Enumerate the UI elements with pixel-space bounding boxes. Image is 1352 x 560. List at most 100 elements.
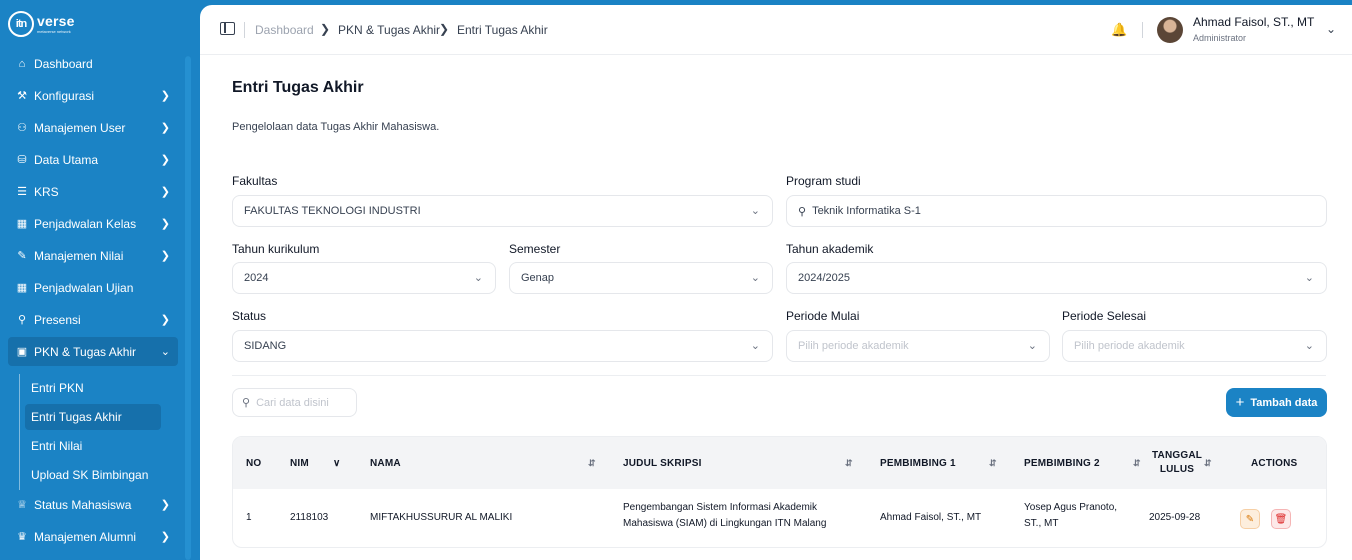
status-label: Status [232, 309, 267, 323]
sort-icon[interactable]: ⇵ [1133, 437, 1141, 489]
column-header-label: NIM [290, 457, 309, 469]
sidebar-item-label: Konfigurasi [34, 88, 95, 103]
fakultas-select[interactable]: FAKULTAS TEKNOLOGI INDUSTRI ⌄ [232, 195, 773, 227]
periode-mulai-label: Periode Mulai [786, 309, 860, 323]
chevron-right-icon: ❯ [160, 186, 170, 198]
status-value: SIDANG [244, 340, 287, 352]
chevron-right-icon: ❯ [320, 22, 331, 36]
chevron-down-icon[interactable]: ⌄ [1326, 22, 1336, 36]
chevron-right-icon: ❯ [160, 314, 170, 326]
cell-nama: MIFTAKHUSSURUR AL MALIKI [370, 512, 513, 523]
sort-icon[interactable]: ⇵ [588, 437, 596, 489]
column-header-label: TANGGAL [1151, 450, 1203, 461]
chevron-right-icon: ❯ [160, 122, 170, 134]
home-icon: ⌂ [18, 57, 26, 70]
sidebar-scrollbar-thumb[interactable] [185, 56, 191, 560]
sidebar-item-konfigurasi[interactable]: ⚒ Konfigurasi ❯ [8, 81, 178, 110]
sidebar-subitem-entri-pkn[interactable]: Entri PKN [25, 375, 161, 401]
akademik-select[interactable]: 2024/2025 ⌄ [786, 262, 1327, 294]
edit-button[interactable]: ✎ [1240, 509, 1260, 529]
breadcrumb-home[interactable]: Dashboard [255, 23, 314, 37]
semester-select[interactable]: Genap ⌄ [509, 262, 773, 294]
sidebar-item-pkn-tugas-akhir[interactable]: ▣ PKN & Tugas Akhir ⌄ [8, 337, 178, 366]
sidebar-item-label: KRS [34, 184, 59, 199]
cell-pembimbing-2-line-1: Yosep Agus Pranoto, [1024, 502, 1118, 513]
status-select[interactable]: SIDANG ⌄ [232, 330, 773, 362]
sidebar-subitem-upload-sk[interactable]: Upload SK Bimbingan [25, 462, 161, 488]
breadcrumb-current: Entri Tugas Akhir [457, 23, 548, 37]
sidebar-item-label: PKN & Tugas Akhir [34, 344, 137, 359]
table-header: NO NIM ∨ NAMA ⇵ JUDUL SKRIPSI ⇵ PEMBIMBI… [233, 437, 1326, 489]
add-data-label: Tambah data [1250, 396, 1318, 409]
brand-logo[interactable]: itn verse metaverse network [8, 11, 75, 37]
chevron-down-icon: ⌄ [1304, 272, 1314, 284]
column-header-tanggal-lulus: TANGGAL LULUS [1152, 437, 1202, 489]
periode-selesai-select[interactable]: Pilih periode akademik ⌄ [1062, 330, 1327, 362]
prodi-search-input[interactable]: ⚲ Teknik Informatika S-1 [786, 195, 1327, 227]
chevron-right-icon: ❯ [160, 90, 170, 102]
kurikulum-select[interactable]: 2024 ⌄ [232, 262, 496, 294]
breadcrumb-section[interactable]: PKN & Tugas Akhir [338, 23, 440, 37]
calendar-icon: ▦ [16, 218, 28, 230]
chevron-down-icon: ⌄ [750, 340, 760, 352]
logo-word: verse [37, 13, 75, 29]
cell-judul-line-1: Pengembangan Sistem Informasi Akademik [623, 502, 817, 513]
database-icon: ⛁ [17, 154, 27, 166]
periode-selesai-placeholder: Pilih periode akademik [1074, 340, 1185, 352]
list-icon: ☰ [17, 186, 27, 198]
chevron-right-icon: ❯ [160, 218, 170, 230]
add-data-button[interactable]: + Tambah data [1226, 388, 1327, 417]
sort-icon[interactable]: ⇵ [1204, 437, 1212, 489]
chevron-down-icon: ⌄ [750, 272, 760, 284]
briefcase-icon: ▣ [16, 346, 28, 358]
column-header-nim[interactable]: NIM [290, 437, 309, 489]
sidebar-item-label: Penjadwalan Kelas [34, 216, 137, 231]
sidebar-item-manajemen-alumni[interactable]: ♛ Manajemen Alumni ❯ [8, 522, 178, 551]
user-check-icon: ⚲ [17, 314, 27, 326]
chevron-right-icon: ❯ [160, 531, 170, 543]
user-name: Ahmad Faisol, ST., MT [1193, 15, 1315, 29]
column-header-pembimbing-1: PEMBIMBING 1 [880, 457, 956, 469]
cell-pembimbing-1: Ahmad Faisol, ST., MT [880, 512, 982, 523]
sidebar-item-dashboard[interactable]: ⌂ Dashboard [8, 49, 178, 78]
sidebar-item-label: Presensi [34, 312, 81, 327]
sidebar-subitem-entri-tugas-akhir[interactable]: Entri Tugas Akhir [25, 404, 161, 430]
sidebar-item-data-utama[interactable]: ⛁ Data Utama ❯ [8, 145, 178, 174]
column-header-judul: JUDUL SKRIPSI [623, 457, 702, 469]
sidebar-item-presensi[interactable]: ⚲ Presensi ❯ [8, 305, 178, 334]
sidebar: itn verse metaverse network ⌂ Dashboard … [0, 0, 200, 560]
chevron-down-icon: ⌄ [160, 346, 170, 358]
chevron-down-icon: ⌄ [1027, 340, 1037, 352]
sidebar-toggle-icon[interactable] [220, 22, 235, 35]
search-input[interactable]: ⚲ Cari data disini [232, 388, 357, 417]
topbar-divider [1142, 22, 1143, 38]
sidebar-item-manajemen-nilai[interactable]: ✎ Manajemen Nilai ❯ [8, 241, 178, 270]
chevron-down-icon: ⌄ [750, 205, 760, 217]
sidebar-item-label: Penjadwalan Ujian [34, 280, 134, 295]
sort-icon[interactable]: ⇵ [845, 437, 853, 489]
sidebar-item-status-mahasiswa[interactable]: ♕ Status Mahasiswa ❯ [8, 490, 178, 519]
sidebar-item-label: Manajemen Alumni [34, 529, 137, 544]
avatar[interactable] [1157, 17, 1183, 43]
cell-judul-line-2: Mahasiswa (SIAM) di Lingkungan ITN Malan… [623, 518, 827, 529]
user-role: Administrator [1193, 33, 1247, 43]
sidebar-item-penjadwalan-kelas[interactable]: ▦ Penjadwalan Kelas ❯ [8, 209, 178, 238]
column-header-actions: ACTIONS [1251, 457, 1298, 469]
sidebar-item-label: Data Utama [34, 152, 99, 167]
page-title: Entri Tugas Akhir [232, 79, 364, 96]
sidebar-subitem-entri-nilai[interactable]: Entri Nilai [25, 433, 161, 459]
sort-desc-icon[interactable]: ∨ [333, 437, 341, 489]
chevron-down-icon: ⌄ [473, 272, 483, 284]
semester-value: Genap [521, 272, 555, 284]
delete-button[interactable]: 🗑 [1271, 509, 1291, 529]
sidebar-item-penjadwalan-ujian[interactable]: ▦ Penjadwalan Ujian [8, 273, 178, 302]
kurikulum-label: Tahun kurikulum [232, 242, 320, 256]
akademik-value: 2024/2025 [798, 272, 850, 284]
bell-icon[interactable]: 🔔 [1111, 22, 1127, 38]
sidebar-item-krs[interactable]: ☰ KRS ❯ [8, 177, 178, 206]
cell-no: 1 [246, 512, 252, 523]
chevron-right-icon: ❯ [160, 499, 170, 511]
sort-icon[interactable]: ⇵ [989, 437, 997, 489]
sidebar-item-manajemen-user[interactable]: ⚇ Manajemen User ❯ [8, 113, 178, 142]
periode-mulai-select[interactable]: Pilih periode akademik ⌄ [786, 330, 1050, 362]
